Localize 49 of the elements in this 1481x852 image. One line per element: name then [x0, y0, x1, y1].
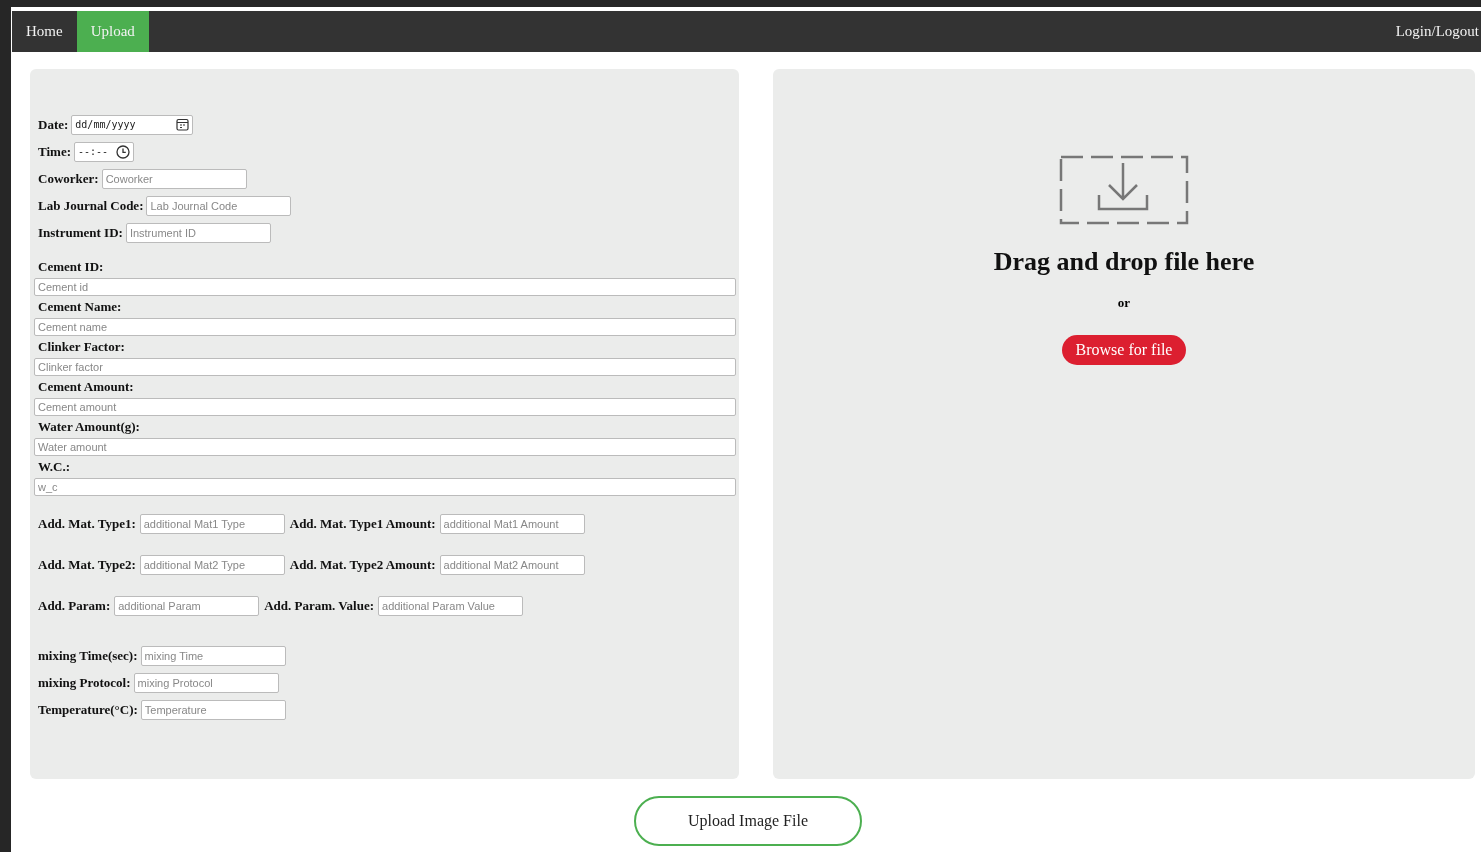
text-input-field[interactable]: Temperature: [140, 699, 286, 720]
field-label: Cement Amount:: [37, 379, 135, 395]
field-label: Add. Mat. Type1 Amount:: [289, 515, 436, 532]
field-label: Add. Param:: [38, 597, 111, 614]
text-input-field[interactable]: additional Mat1 Type: [139, 513, 285, 534]
upload-image-button[interactable]: Upload Image File: [634, 796, 862, 846]
browse-file-button[interactable]: Browse for file: [1061, 335, 1187, 365]
text-input-field[interactable]: Coworker: [101, 168, 247, 189]
nav-tab[interactable]: Home: [12, 11, 77, 52]
field-label: Cement ID:: [37, 259, 105, 275]
dropzone-heading: Drag and drop file here: [993, 247, 1255, 277]
text-input-field[interactable]: Lab Journal Code: [146, 195, 292, 216]
text-input-field[interactable]: Instrument ID: [125, 222, 271, 243]
time-input-field[interactable]: --:--: [74, 141, 135, 162]
field-label: Add. Mat. Type1:: [38, 515, 136, 532]
text-input-field[interactable]: additional Mat1 Amount: [439, 513, 585, 534]
text-input-field[interactable]: additional Param Value: [378, 595, 523, 616]
field-label: Coworker:: [38, 170, 99, 187]
text-input-field[interactable]: mixing Protocol: [133, 672, 279, 693]
field-label: Lab Journal Code:: [38, 197, 144, 214]
field-label: mixing Protocol:: [38, 674, 131, 691]
clock-icon: [116, 144, 131, 159]
text-input-field[interactable]: Clinker factor: [34, 358, 736, 376]
field-label: Water Amount(g):: [37, 419, 141, 435]
field-label: Temperature(°C):: [38, 701, 138, 718]
text-input-field[interactable]: Cement name: [34, 318, 736, 336]
field-label: Add. Mat. Type2:: [38, 556, 136, 573]
login-logout-link[interactable]: Login/Logout: [1395, 11, 1481, 52]
field-label: Instrument ID:: [38, 224, 123, 241]
date-input-field[interactable]: dd/mm/yyyy: [71, 114, 194, 135]
field-label: Add. Param. Value:: [264, 597, 374, 614]
download-tray-icon: [1059, 155, 1189, 225]
text-input-field[interactable]: additional Mat2 Type: [139, 554, 285, 575]
text-input-field[interactable]: Water amount: [34, 438, 736, 456]
field-label: mixing Time(sec):: [38, 647, 138, 664]
text-input-field[interactable]: additional Mat2 Amount: [439, 554, 585, 575]
separator-text: or: [1117, 295, 1131, 311]
field-label: Clinker Factor:: [37, 339, 126, 355]
field-label: Cement Name:: [37, 299, 123, 315]
text-input-field[interactable]: w_c: [34, 478, 736, 496]
text-input-field[interactable]: Cement id: [34, 278, 736, 296]
field-label: W.C.:: [37, 459, 72, 475]
field-label: Add. Mat. Type2 Amount:: [289, 556, 436, 573]
calendar-icon: [176, 118, 190, 131]
text-input-field[interactable]: mixing Time: [140, 645, 286, 666]
text-input-field[interactable]: Cement amount: [34, 398, 736, 416]
field-label: Time:: [38, 143, 71, 160]
field-label: Date:: [38, 116, 69, 133]
text-input-field[interactable]: additional Param: [114, 595, 260, 616]
